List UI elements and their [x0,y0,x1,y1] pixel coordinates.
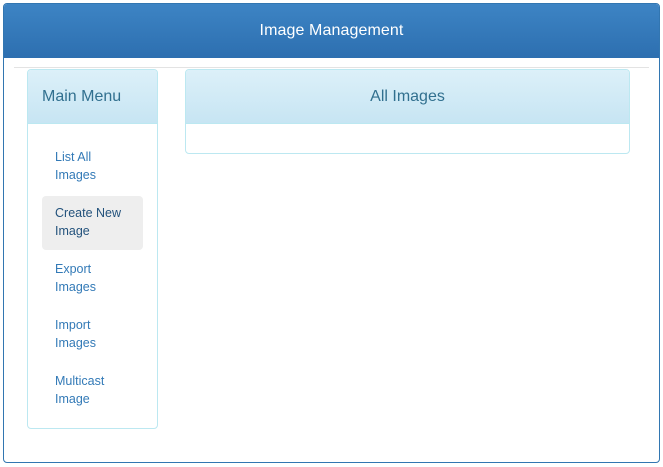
menu-item-export-images[interactable]: Export Images [42,252,143,306]
sidebar-heading-label: Main Menu [42,87,122,105]
window-titlebar: Image Management [4,4,659,58]
all-images-panel: All Images [185,69,630,154]
menu-item-list-all-images[interactable]: List All Images [42,140,143,194]
menu-item-multicast-image[interactable]: Multicast Image [42,364,143,418]
main-menu: List All Images Create New Image Export … [42,140,143,420]
sidebar-panel: Main Menu List All Images Create New Ima… [27,69,158,429]
main-panel-heading: All Images [186,70,629,124]
menu-item-create-new-image[interactable]: Create New Image [42,196,143,250]
main-panel-title: All Images [370,87,445,105]
menu-item-import-images[interactable]: Import Images [42,308,143,362]
divider [14,67,649,68]
sidebar-heading: Main Menu [28,70,157,124]
window-title: Image Management [259,22,404,39]
main-panel-body [186,124,629,152]
